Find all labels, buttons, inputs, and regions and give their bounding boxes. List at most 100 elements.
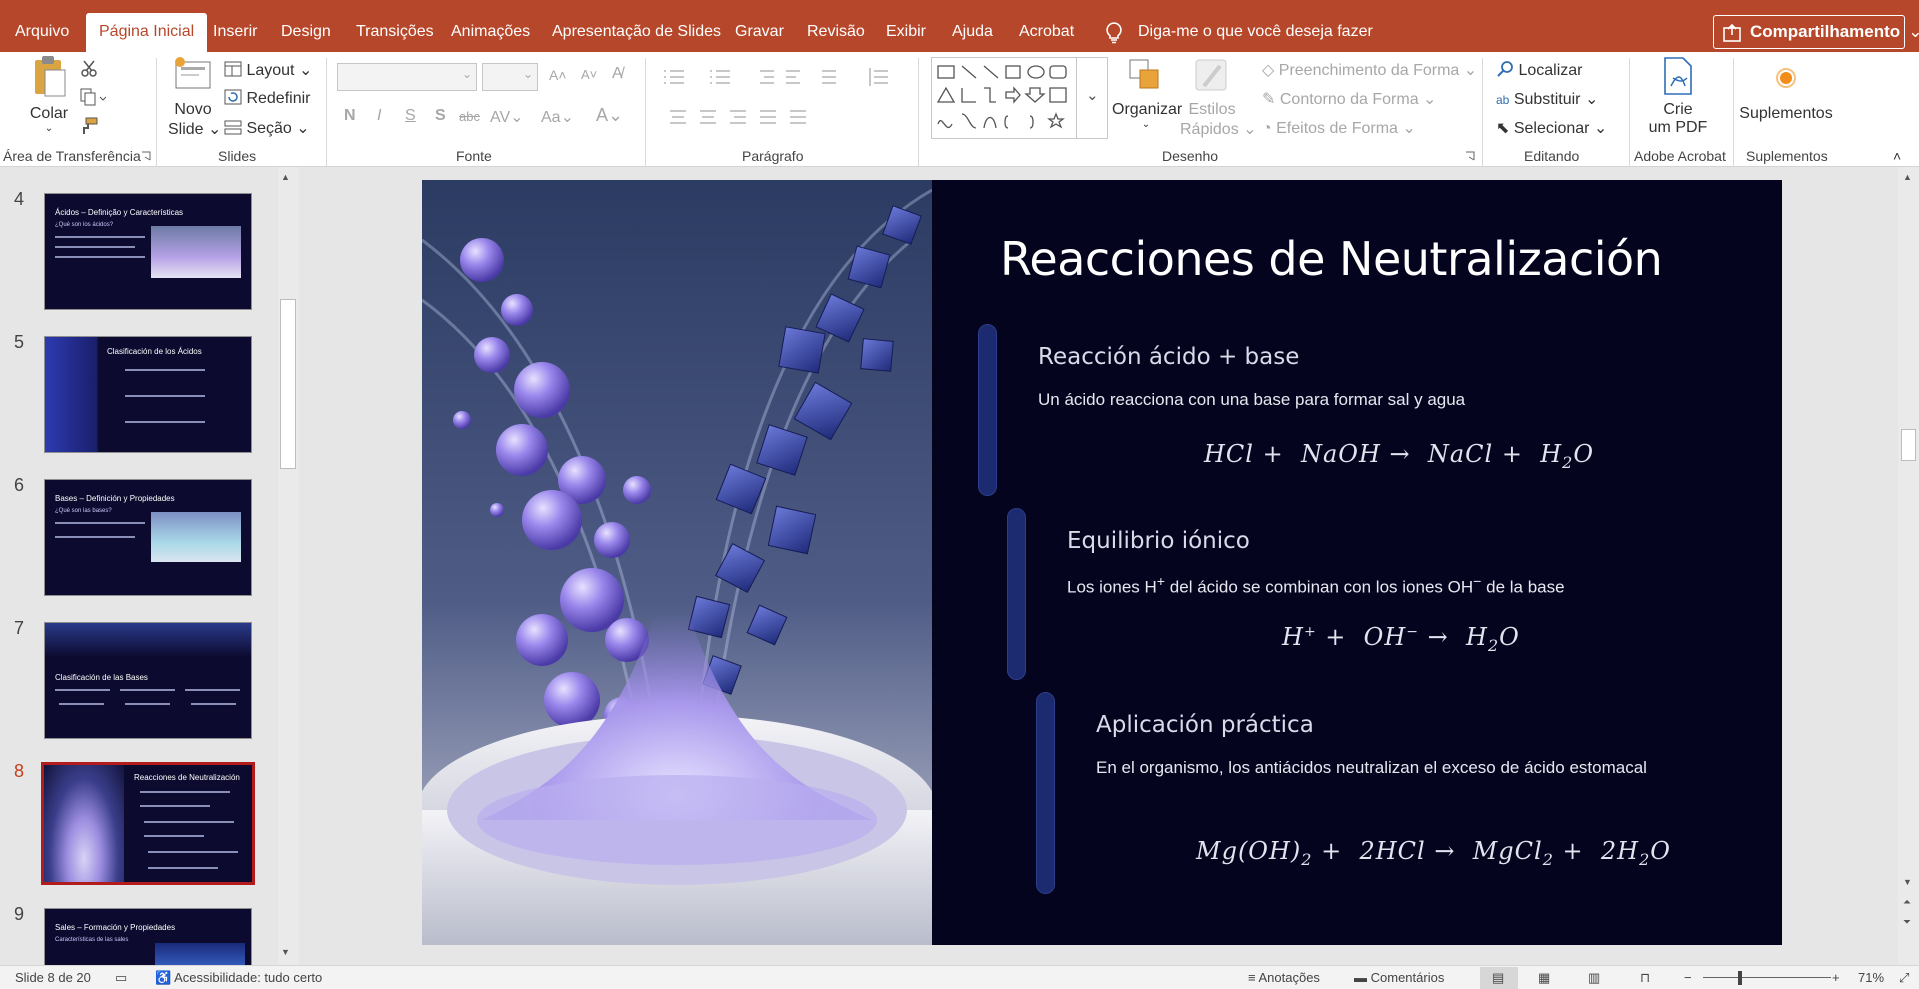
tab-arquivo[interactable]: Arquivo: [2, 0, 82, 52]
paste-button[interactable]: Colar ⌄: [22, 54, 76, 134]
shape-effects-button[interactable]: ◔ Efeitos de Forma ⌄: [1262, 118, 1416, 138]
paragraph-tools-icon[interactable]: [660, 66, 900, 136]
shape-outline-button[interactable]: ✎ Contorno da Forma ⌄: [1262, 89, 1436, 109]
scroll-down-icon[interactable]: ▼: [1903, 877, 1912, 887]
layout-button[interactable]: Layout ⌄: [224, 60, 312, 80]
scroll-up-icon[interactable]: ▲: [281, 172, 290, 182]
section-button[interactable]: Seção ⌄: [224, 118, 310, 138]
section-heading[interactable]: Equilibrio iónico: [1067, 528, 1250, 554]
slide-sorter-button[interactable]: ▦: [1538, 970, 1550, 986]
dialog-launcher-icon[interactable]: [141, 151, 151, 161]
scrollbar-thumb[interactable]: [280, 299, 296, 469]
zoom-in-button[interactable]: +: [1832, 970, 1840, 985]
strikethrough-button[interactable]: abc: [459, 109, 480, 124]
scrollbar-thumb[interactable]: [1901, 429, 1916, 461]
separator: [156, 58, 157, 166]
equation[interactable]: Mg(OH)2 + 2HCl → MgCl2 + 2H2O: [1196, 837, 1671, 869]
dialog-launcher-icon[interactable]: [1465, 151, 1475, 161]
find-button[interactable]: Localizar: [1496, 60, 1582, 80]
thumbnail-slide-5[interactable]: Clasificación de los Ácidos: [44, 336, 252, 453]
replace-button[interactable]: ab Substituir ⌄: [1496, 89, 1598, 109]
spacing-button[interactable]: AV⌄: [490, 107, 524, 127]
slide-count[interactable]: Slide 8 de 20: [15, 970, 91, 985]
equation[interactable]: HCl + NaOH → NaCl + H2O: [1204, 440, 1594, 472]
notes-button[interactable]: ≡ Anotações: [1248, 970, 1320, 985]
font-color-button[interactable]: A⌄: [596, 105, 623, 126]
change-case-button[interactable]: Aa⌄: [541, 107, 574, 127]
cut-button[interactable]: [80, 60, 98, 83]
thumbnail-line: [59, 703, 104, 705]
section-body[interactable]: Los iones H+ del ácido se combinan con l…: [1067, 574, 1565, 598]
copy-button[interactable]: [80, 88, 107, 111]
scroll-down-icon[interactable]: ▼: [281, 947, 290, 957]
tab-acrobat[interactable]: Acrobat: [1006, 0, 1087, 52]
quick-styles-icon: [1195, 59, 1227, 91]
section-accent-bar: [1007, 508, 1026, 680]
acrobat-group-label: Adobe Acrobat: [1634, 148, 1726, 164]
slideshow-button[interactable]: ⊓: [1640, 970, 1650, 986]
tab-inserir[interactable]: Inserir: [200, 0, 270, 52]
section-icon: [224, 120, 242, 135]
thumbnail-line: [148, 867, 218, 869]
equation[interactable]: H+ + OH− → H2O: [1282, 623, 1520, 655]
shapes-more-button[interactable]: ⌄: [1076, 57, 1108, 139]
grow-font-button[interactable]: A˄: [549, 67, 567, 83]
create-pdf-button[interactable]: Crie um PDF: [1640, 56, 1716, 137]
section-heading[interactable]: Aplicación práctica: [1096, 712, 1314, 738]
font-name-field[interactable]: ⌄: [337, 63, 477, 91]
thumbnail-slide-7[interactable]: Clasificación de las Bases: [44, 622, 252, 739]
tab-animacoes[interactable]: Animações: [438, 0, 543, 52]
quick-styles-button[interactable]: Estilos Rápidos ⌄: [1180, 56, 1257, 139]
tab-ajuda[interactable]: Ajuda: [939, 0, 1006, 52]
new-slide-button[interactable]: Novo Slide ⌄: [168, 54, 221, 139]
tell-me-search[interactable]: Diga-me o que você deseja fazer: [1104, 0, 1373, 52]
share-button[interactable]: Compartilhamento ⌄: [1713, 15, 1919, 49]
addins-button[interactable]: Suplementos: [1738, 60, 1834, 123]
slide-canvas[interactable]: Reacciones de Neutralización Reacción ác…: [422, 180, 1782, 945]
reset-button[interactable]: Redefinir: [224, 89, 310, 108]
comments-button[interactable]: ▬ Comentários: [1354, 970, 1444, 985]
zoom-slider-handle[interactable]: [1738, 971, 1742, 985]
collapse-ribbon-button[interactable]: ˄: [1893, 148, 1901, 164]
zoom-out-button[interactable]: −: [1684, 970, 1692, 985]
fit-to-window-icon[interactable]: ⤢: [1899, 970, 1909, 986]
thumbnail-slide-4[interactable]: Ácidos – Definição y Características ¿Qu…: [44, 193, 252, 310]
section-body[interactable]: En el organismo, los antiácidos neutrali…: [1096, 758, 1647, 778]
tab-revisao[interactable]: Revisão: [794, 0, 878, 52]
slide-scrollbar[interactable]: ▲ ▼ ⏶ ⏷: [1898, 167, 1919, 965]
underline-button[interactable]: S: [405, 107, 416, 125]
thumbnail-scrollbar[interactable]: ▲ ▼: [278, 167, 299, 965]
reading-view-button[interactable]: ▥: [1588, 970, 1600, 986]
previous-slide-icon[interactable]: ⏶: [1903, 897, 1911, 908]
tab-apresentacao[interactable]: Apresentação de Slides: [539, 0, 734, 52]
thumbnail-slide-9[interactable]: Sales – Formación y Propiedades Caracter…: [44, 908, 252, 965]
shrink-font-button[interactable]: A˅: [581, 67, 597, 82]
zoom-slider[interactable]: [1703, 977, 1831, 978]
thumbnail-slide-6[interactable]: Bases – Definición y Propiedades ¿Qué so…: [44, 479, 252, 596]
thumbnail-line: [144, 821, 234, 823]
section-body[interactable]: Un ácido reacciona con una base para for…: [1038, 390, 1465, 410]
spelling-icon[interactable]: ▭: [115, 970, 127, 986]
clear-format-button[interactable]: A̸: [612, 65, 623, 83]
next-slide-icon[interactable]: ⏷: [1903, 917, 1911, 928]
tab-design[interactable]: Design: [268, 0, 344, 52]
shadow-button[interactable]: S: [435, 107, 446, 125]
accessibility-status[interactable]: ♿ Acessibilidade: tudo certo: [155, 970, 322, 986]
select-button[interactable]: ⬉ Selecionar ⌄: [1496, 118, 1607, 138]
italic-button[interactable]: I: [377, 107, 381, 125]
thumbnail-slide-8[interactable]: Reacciones de Neutralización: [41, 762, 255, 885]
slide-title[interactable]: Reacciones de Neutralización: [1000, 232, 1663, 286]
format-painter-button[interactable]: [80, 117, 98, 140]
font-size-field[interactable]: ⌄: [482, 63, 538, 91]
arrange-button[interactable]: Organizar ⌄: [1112, 56, 1182, 130]
scroll-up-icon[interactable]: ▲: [1903, 172, 1912, 182]
shape-fill-button[interactable]: ◇ Preenchimento da Forma ⌄: [1262, 60, 1477, 80]
zoom-level[interactable]: 71%: [1858, 970, 1884, 985]
powerpoint-window: Arquivo Página Inicial Inserir Design Tr…: [0, 0, 1919, 989]
tab-transicoes[interactable]: Transições: [343, 0, 447, 52]
bold-button[interactable]: N: [344, 107, 356, 125]
tab-gravar[interactable]: Gravar: [722, 0, 797, 52]
tab-exibir[interactable]: Exibir: [873, 0, 939, 52]
cut-icon: [81, 60, 97, 77]
section-heading[interactable]: Reacción ácido + base: [1038, 344, 1299, 370]
